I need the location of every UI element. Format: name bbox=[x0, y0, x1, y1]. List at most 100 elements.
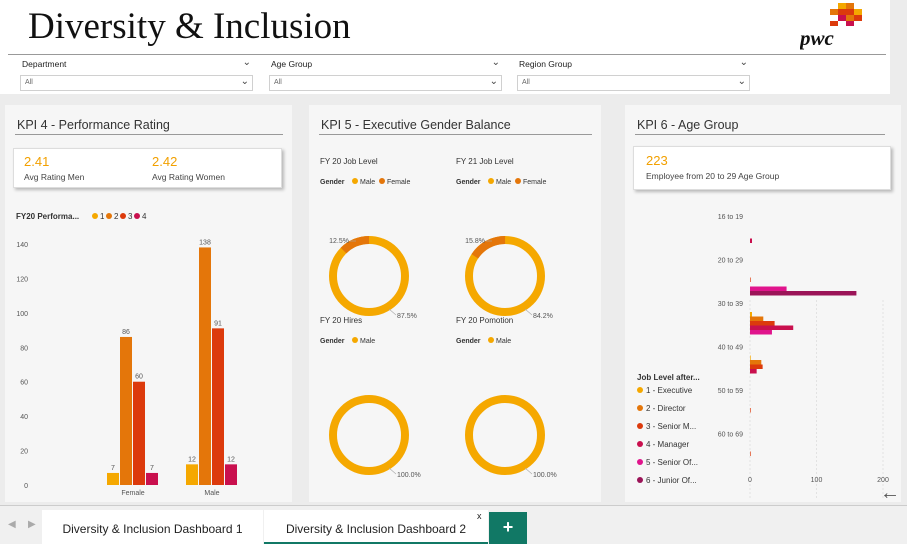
gender-donut-charts[interactable]: FY 20 Job Level Gender Male Female 12.5% 87.5… bbox=[309, 145, 601, 500]
age-group-slicer[interactable]: Age Group ⌄ All ⌄ bbox=[267, 56, 502, 94]
slicer-value: All bbox=[25, 79, 33, 86]
header: Diversity & Inclusion pwc bbox=[0, 0, 890, 56]
pwc-logo: pwc bbox=[798, 2, 870, 52]
slicer-label: Age Group bbox=[271, 59, 313, 69]
donut-title: FY 20 Hires bbox=[320, 316, 362, 325]
x-tick-label: 100 bbox=[811, 477, 823, 484]
chevron-down-icon[interactable]: ⌄ bbox=[241, 76, 249, 87]
age-group-bar-chart[interactable]: 0 100 20016 to 1920 to 2930 to 3940 to 495… bbox=[625, 200, 901, 500]
tab-label: Diversity & Inclusion Dashboard 1 bbox=[62, 522, 243, 536]
tab-scroll-right-icon[interactable]: ▶ bbox=[28, 519, 36, 530]
x-tick-label: Female bbox=[121, 490, 144, 497]
legend-marker bbox=[352, 337, 358, 343]
donut-title: FY 20 Pomotion bbox=[456, 316, 513, 325]
data-label: 91 bbox=[214, 320, 222, 327]
performance-bar-chart[interactable]: FY20 Performa... 1 2 3 402040608010012014078… bbox=[5, 205, 292, 500]
legend-title: FY20 Performa... bbox=[16, 212, 79, 221]
y-tick-label: 20 bbox=[20, 449, 28, 456]
department-dropdown[interactable]: All ⌄ bbox=[20, 75, 253, 91]
chevron-down-icon[interactable]: ⌄ bbox=[740, 57, 748, 68]
chevron-down-icon[interactable]: ⌄ bbox=[738, 76, 746, 87]
page-title: Diversity & Inclusion bbox=[28, 6, 351, 47]
chevron-down-icon[interactable]: ⌄ bbox=[492, 57, 500, 68]
slicer-value: All bbox=[522, 79, 530, 86]
slicer-bar: Department ⌄ All ⌄ Age Group ⌄ All ⌄ Reg… bbox=[0, 56, 890, 94]
bar bbox=[750, 316, 764, 321]
kpi5-panel[interactable]: KPI 5 - Executive Gender Balance FY 20 J… bbox=[309, 105, 601, 502]
y-tick-label: 40 bbox=[20, 414, 28, 421]
add-page-button[interactable]: + bbox=[489, 512, 527, 544]
bar bbox=[186, 464, 198, 485]
y-tick-label: 60 to 69 bbox=[718, 432, 743, 439]
legend-label: Female bbox=[523, 179, 546, 186]
leader-line bbox=[524, 308, 533, 316]
avg-rating-men-label: Avg Rating Men bbox=[24, 172, 85, 182]
legend-marker bbox=[379, 178, 385, 184]
legend-label: Male bbox=[360, 179, 375, 186]
female-pct-label: 15.8% bbox=[465, 238, 485, 245]
legend-label: Female bbox=[387, 179, 410, 186]
male-pct-label: 84.2% bbox=[533, 313, 553, 320]
legend-marker bbox=[488, 337, 494, 343]
donut-male-arc bbox=[329, 236, 409, 316]
legend-label: 2 bbox=[114, 212, 119, 221]
data-label: 7 bbox=[150, 465, 154, 472]
region-group-dropdown[interactable]: All ⌄ bbox=[517, 75, 750, 91]
y-tick-label: 16 to 19 bbox=[718, 214, 743, 221]
panel-divider bbox=[15, 134, 283, 135]
legend-label: 5 - Senior Of... bbox=[646, 458, 698, 467]
tab-scroll-left-icon[interactable]: ◀ bbox=[8, 519, 16, 530]
legend-title: Gender bbox=[456, 179, 481, 186]
legend-label: 3 bbox=[128, 212, 133, 221]
y-tick-label: 140 bbox=[16, 242, 28, 249]
panel-divider bbox=[635, 134, 885, 135]
donut-title: FY 21 Job Level bbox=[456, 157, 514, 166]
legend-label: 4 bbox=[142, 212, 147, 221]
chevron-down-icon[interactable]: ⌄ bbox=[243, 57, 251, 68]
bar bbox=[750, 408, 751, 413]
kpi4-panel[interactable]: KPI 4 - Performance Rating 2.41 Avg Rati… bbox=[5, 105, 292, 502]
female-pct-label: 12.5% bbox=[329, 238, 349, 245]
legend-label: 1 bbox=[100, 212, 105, 221]
data-label: 7 bbox=[111, 465, 115, 472]
bar bbox=[750, 360, 762, 365]
x-tick-label: 0 bbox=[748, 477, 752, 484]
legend-label: 2 - Director bbox=[646, 404, 686, 413]
donut-male-arc bbox=[329, 395, 409, 475]
panel-title: KPI 5 - Executive Gender Balance bbox=[321, 118, 511, 132]
slicer-value: All bbox=[274, 79, 282, 86]
y-tick-label: 20 to 29 bbox=[718, 258, 743, 265]
back-arrow-icon[interactable]: ← bbox=[880, 482, 900, 505]
male-pct-label: 100.0% bbox=[397, 472, 421, 479]
report-canvas: Diversity & Inclusion pwc Department ⌄ A… bbox=[0, 0, 907, 505]
donut-male-arc bbox=[465, 395, 545, 475]
age-group-card: 223 Employee from 20 to 29 Age Group bbox=[633, 146, 891, 190]
legend-title: Gender bbox=[320, 179, 345, 186]
bar bbox=[750, 286, 787, 291]
bar bbox=[750, 330, 772, 335]
age-group-count-label: Employee from 20 to 29 Age Group bbox=[646, 171, 780, 181]
leader-line bbox=[524, 467, 533, 475]
close-tab-icon[interactable]: x bbox=[477, 511, 482, 521]
legend-marker bbox=[637, 387, 643, 393]
y-tick-label: 80 bbox=[20, 345, 28, 352]
region-group-slicer[interactable]: Region Group ⌄ All ⌄ bbox=[515, 56, 750, 94]
panel-title: KPI 6 - Age Group bbox=[637, 118, 739, 132]
kpi6-panel[interactable]: KPI 6 - Age Group 223 Employee from 20 t… bbox=[625, 105, 901, 502]
chevron-down-icon[interactable]: ⌄ bbox=[490, 76, 498, 87]
y-tick-label: 30 to 39 bbox=[718, 301, 743, 308]
tab-dashboard-1[interactable]: Diversity & Inclusion Dashboard 1 bbox=[42, 510, 263, 544]
age-group-dropdown[interactable]: All ⌄ bbox=[269, 75, 502, 91]
tab-dashboard-2[interactable]: Diversity & Inclusion Dashboard 2 bbox=[264, 510, 488, 544]
y-tick-label: 120 bbox=[16, 276, 28, 283]
data-label: 86 bbox=[122, 329, 130, 336]
bar bbox=[750, 325, 794, 330]
legend-marker bbox=[637, 441, 643, 447]
bar bbox=[750, 321, 775, 326]
legend-marker bbox=[120, 213, 126, 219]
avg-rating-women-label: Avg Rating Women bbox=[152, 172, 225, 182]
bar bbox=[212, 328, 224, 485]
legend-marker bbox=[92, 213, 98, 219]
department-slicer[interactable]: Department ⌄ All ⌄ bbox=[18, 56, 253, 94]
legend-marker bbox=[637, 405, 643, 411]
